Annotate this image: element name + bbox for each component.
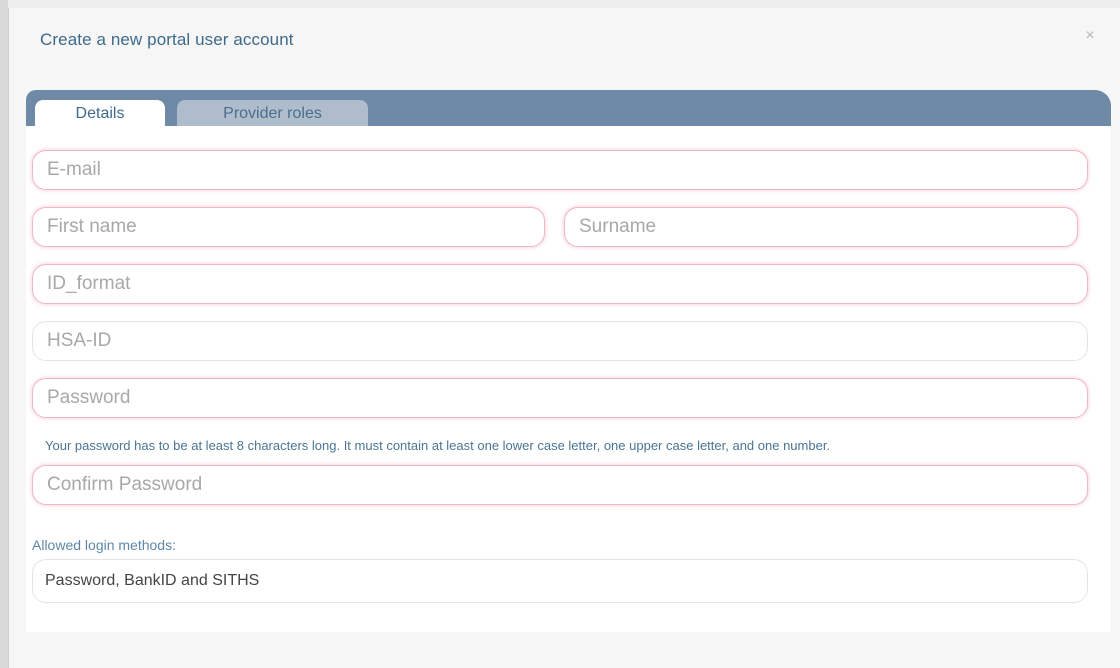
login-methods-label: Allowed login methods:	[32, 537, 176, 553]
confirm-password-field[interactable]	[33, 466, 1087, 504]
tab-details[interactable]: Details	[35, 100, 165, 126]
password-field[interactable]	[33, 379, 1087, 417]
tab-provider-roles[interactable]: Provider roles	[177, 100, 368, 126]
password-field-wrapper	[32, 378, 1088, 418]
email-field-wrapper	[32, 150, 1088, 190]
login-methods-select[interactable]: Password, BankID and SITHS	[32, 559, 1088, 603]
id-format-field[interactable]	[33, 265, 1087, 303]
hsa-id-field-wrapper	[32, 321, 1088, 361]
close-icon[interactable]: ×	[1082, 26, 1098, 46]
details-panel: Your password has to be at least 8 chara…	[26, 126, 1111, 632]
page-backdrop-top	[0, 0, 1120, 8]
create-user-modal: Create a new portal user account × Detai…	[8, 8, 1120, 668]
email-field[interactable]	[33, 151, 1087, 189]
confirm-password-field-wrapper	[32, 465, 1088, 505]
password-hint: Your password has to be at least 8 chara…	[45, 438, 831, 453]
page-backdrop-left	[0, 0, 8, 668]
modal-title: Create a new portal user account	[40, 30, 294, 49]
surname-field[interactable]	[565, 208, 1077, 246]
tab-strip: Details Provider roles	[26, 90, 1111, 126]
first-name-field-wrapper	[32, 207, 545, 247]
hsa-id-field[interactable]	[33, 322, 1087, 360]
id-format-field-wrapper	[32, 264, 1088, 304]
surname-field-wrapper	[564, 207, 1078, 247]
first-name-field[interactable]	[33, 208, 544, 246]
